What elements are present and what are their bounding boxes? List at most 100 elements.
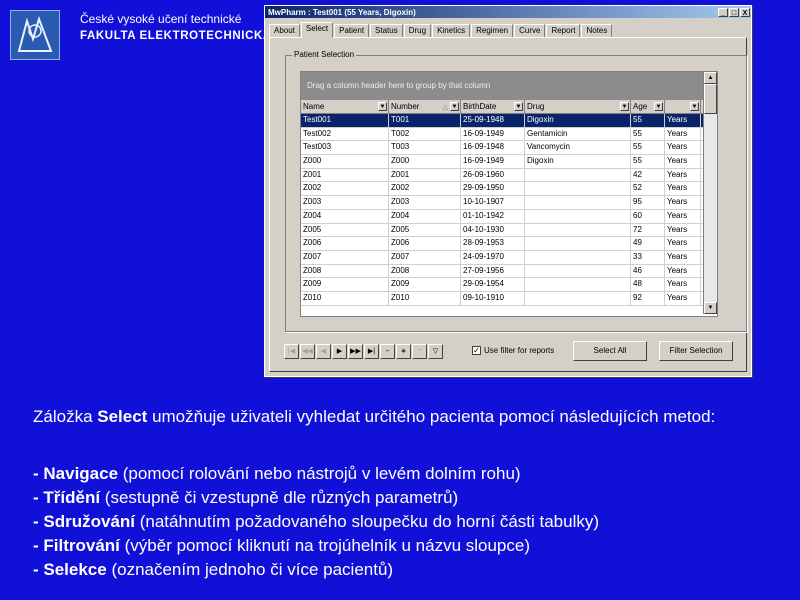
- table-row[interactable]: Z002 Z002 29-09-1950 52 Years: [301, 182, 717, 197]
- table-cell: Years: [665, 196, 701, 209]
- table-cell: 60: [631, 209, 665, 223]
- table-row[interactable]: Test002 T002 16-09-1949 Gentamicin 55 Years: [301, 127, 717, 142]
- table-row[interactable]: Z005 Z005 04-10-1930 72 Years: [301, 223, 717, 238]
- table-row[interactable]: Z010 Z010 09-10-1910 92 Years: [301, 291, 717, 306]
- table-cell: 09-10-1910: [461, 291, 525, 305]
- table-cell: Z002: [301, 182, 389, 196]
- table-row[interactable]: Z004 Z004 01-10-1942 60 Years: [301, 209, 717, 224]
- table-cell: Years: [665, 155, 701, 168]
- grid-vertical-scrollbar[interactable]: ▲ ▼: [703, 72, 717, 314]
- group-by-area[interactable]: Drag a column header here to group by th…: [301, 72, 717, 100]
- table-cell: Z004: [301, 209, 389, 223]
- table-cell: 28-09-1953: [461, 237, 525, 250]
- method-item-trideni: - Třídění (sestupně či vzestupně dle růz…: [33, 488, 459, 507]
- table-row[interactable]: Z000 Z000 16-09-1949 Digoxin 55 Years: [301, 155, 717, 169]
- table-cell: 55: [631, 141, 665, 155]
- tab-curve[interactable]: Curve: [514, 24, 546, 38]
- tab-patient[interactable]: Patient: [334, 24, 370, 38]
- table-row[interactable]: Test003 T003 16-09-1948 Vancomycin 55 Years: [301, 141, 717, 156]
- table-cell: [525, 264, 631, 278]
- tab-kinetics[interactable]: Kinetics: [432, 24, 471, 38]
- close-button[interactable]: X: [740, 7, 750, 17]
- method-item-navigace: - Navigace (pomocí rolování nebo nástroj…: [33, 464, 521, 483]
- table-cell: Years: [665, 168, 701, 182]
- next-page-icon[interactable]: ▶▶: [348, 344, 363, 359]
- window-titlebar: MwPharm : Test001 (55 Years, Digoxin) _ …: [265, 6, 751, 18]
- grid-rows: Test001 T001 25-09-1948 Digoxin 55 Years Test0…: [301, 114, 717, 306]
- filter-dropdown-icon[interactable]: ▼: [378, 102, 387, 111]
- maximize-button[interactable]: □: [729, 7, 739, 17]
- select-all-button[interactable]: Select All: [573, 341, 647, 361]
- table-cell: Z010: [301, 291, 389, 305]
- table-cell: Z003: [301, 196, 389, 209]
- table-cell: 72: [631, 223, 665, 237]
- table-cell: Z008: [389, 264, 461, 278]
- use-filter-checkbox[interactable]: ✓ Use filter for reports: [472, 346, 554, 355]
- table-cell: Z002: [389, 182, 461, 196]
- table-cell: Z005: [389, 223, 461, 237]
- table-cell: Years: [665, 182, 701, 196]
- checkbox-box[interactable]: ✓: [472, 346, 481, 355]
- table-row[interactable]: Z007 Z007 24-09-1970 33 Years: [301, 250, 717, 265]
- table-cell: 55: [631, 127, 665, 141]
- filter-dropdown-icon[interactable]: ▼: [620, 102, 629, 111]
- table-cell: Test002: [301, 127, 389, 141]
- table-cell: T003: [389, 141, 461, 155]
- prior-page-icon[interactable]: ◀◀: [300, 344, 315, 359]
- column-header-drug[interactable]: Drug ▼: [525, 100, 631, 113]
- column-header-age[interactable]: Age ▼: [631, 100, 665, 113]
- scroll-up-icon[interactable]: ▲: [704, 72, 717, 84]
- tab-select[interactable]: Select: [300, 22, 334, 38]
- table-cell: 16-09-1948: [461, 141, 525, 155]
- next-record-icon[interactable]: ▶: [332, 344, 347, 359]
- first-record-icon[interactable]: |◀: [284, 344, 299, 359]
- table-row[interactable]: Test001 T001 25-09-1948 Digoxin 55 Years: [301, 114, 717, 128]
- use-filter-label: Use filter for reports: [484, 346, 555, 355]
- column-header-name[interactable]: Name ▼: [301, 100, 389, 113]
- column-header-unit[interactable]: ▼: [665, 100, 701, 113]
- table-row[interactable]: Z001 Z001 26-09-1960 42 Years: [301, 168, 717, 183]
- table-cell: 25-09-1948: [461, 114, 525, 127]
- table-cell: Z009: [301, 278, 389, 291]
- filter-dropdown-icon[interactable]: ▼: [690, 102, 699, 111]
- tab-drug[interactable]: Drug: [403, 24, 432, 38]
- table-cell: T002: [389, 127, 461, 141]
- table-row[interactable]: Z003 Z003 10-10-1907 95 Years: [301, 196, 717, 210]
- filter-dropdown-icon[interactable]: ▼: [514, 102, 523, 111]
- tab-regimen[interactable]: Regimen: [471, 24, 514, 38]
- tab-report[interactable]: Report: [546, 24, 581, 38]
- table-cell: Years: [665, 264, 701, 278]
- table-cell: 92: [631, 291, 665, 305]
- scroll-down-icon[interactable]: ▼: [704, 302, 717, 314]
- table-row[interactable]: Z008 Z008 27-09-1956 46 Years: [301, 264, 717, 279]
- table-cell: Digoxin: [525, 114, 631, 127]
- prior-record-icon[interactable]: ◀: [316, 344, 331, 359]
- filter-dropdown-icon[interactable]: ▼: [450, 102, 459, 111]
- table-cell: Z008: [301, 264, 389, 278]
- table-row[interactable]: Z009 Z009 29-09-1954 48 Years: [301, 278, 717, 292]
- table-cell: Years: [665, 141, 701, 155]
- filter-icon[interactable]: ▽: [428, 344, 443, 359]
- table-cell: Z000: [301, 155, 389, 168]
- tab-status[interactable]: Status: [370, 24, 403, 38]
- table-row[interactable]: Z006 Z006 28-09-1953 49 Years: [301, 237, 717, 251]
- column-header-number[interactable]: Number △ ▼: [389, 100, 461, 113]
- filter-selection-button[interactable]: Filter Selection: [659, 341, 733, 361]
- tab-notes[interactable]: Notes: [581, 24, 613, 38]
- delete-record-icon[interactable]: –: [380, 344, 395, 359]
- table-cell: 26-09-1960: [461, 168, 525, 182]
- table-cell: Years: [665, 278, 701, 291]
- patient-grid: Drag a column header here to group by th…: [300, 71, 718, 317]
- last-record-icon[interactable]: ▶|: [364, 344, 379, 359]
- filter-dropdown-icon[interactable]: ▼: [654, 102, 663, 111]
- table-cell: Z006: [389, 237, 461, 250]
- insert-record-icon[interactable]: ∗: [396, 344, 411, 359]
- scroll-thumb[interactable]: [704, 84, 717, 114]
- minimize-button[interactable]: _: [718, 7, 728, 17]
- post-edit-icon[interactable]: *: [412, 344, 427, 359]
- table-cell: 55: [631, 114, 665, 127]
- table-cell: Years: [665, 223, 701, 237]
- table-cell: Years: [665, 209, 701, 223]
- tab-about[interactable]: About: [269, 24, 300, 38]
- column-header-birthdate[interactable]: BirthDate ▼: [461, 100, 525, 113]
